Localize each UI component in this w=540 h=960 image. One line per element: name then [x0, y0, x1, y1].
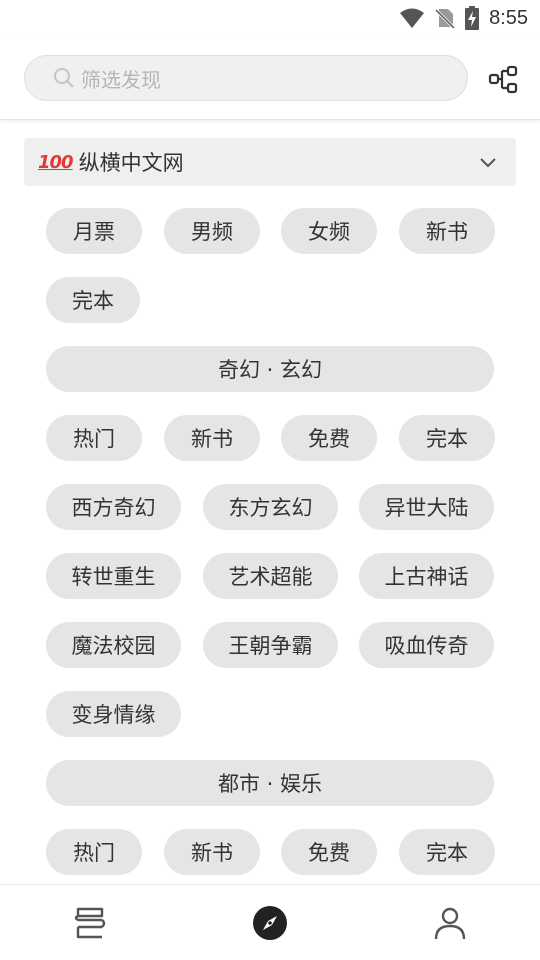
bookshelf-icon[interactable]	[70, 903, 110, 943]
status-time: 8:55	[489, 6, 528, 29]
category-switch-icon[interactable]	[488, 64, 520, 96]
bottom-nav	[0, 884, 540, 960]
discover-icon[interactable]	[250, 903, 290, 943]
wifi-icon	[400, 8, 425, 28]
chip-genre[interactable]: 西方奇幻	[46, 484, 181, 530]
no-sim-icon	[435, 8, 456, 29]
chip-male[interactable]: 男频	[164, 208, 260, 254]
chip-urban-completed[interactable]: 完本	[399, 829, 495, 875]
chip-genre[interactable]: 东方玄幻	[203, 484, 338, 530]
chip-genre[interactable]: 吸血传奇	[359, 622, 494, 668]
chip-genre[interactable]: 魔法校园	[46, 622, 181, 668]
chip-genre[interactable]: 转世重生	[46, 553, 181, 599]
chip-genre[interactable]: 王朝争霸	[203, 622, 338, 668]
chip-fantasy-free[interactable]: 免费	[281, 415, 377, 461]
chip-female[interactable]: 女频	[281, 208, 377, 254]
chip-genre[interactable]: 异世大陆	[359, 484, 494, 530]
chip-new-books[interactable]: 新书	[399, 208, 495, 254]
source-selector[interactable]: 100 纵横中文网	[24, 138, 516, 186]
search-placeholder: 筛选发现	[81, 67, 161, 92]
source-name: 纵横中文网	[78, 151, 184, 175]
section-header-urban[interactable]: 都市 · 娱乐	[46, 760, 494, 806]
search-input[interactable]: 筛选发现	[24, 55, 468, 101]
chip-urban-new[interactable]: 新书	[164, 829, 260, 875]
chip-completed[interactable]: 完本	[46, 277, 140, 323]
chip-genre[interactable]: 变身情缘	[46, 691, 181, 737]
chip-fantasy-new[interactable]: 新书	[164, 415, 260, 461]
chip-urban-free[interactable]: 免费	[281, 829, 377, 875]
chevron-down-icon	[480, 158, 496, 168]
search-icon	[54, 68, 74, 88]
chip-genre[interactable]: 上古神话	[359, 553, 494, 599]
battery-charging-icon	[465, 6, 480, 30]
hundred-points-icon: 100	[38, 151, 74, 173]
search-header: 筛选发现	[0, 36, 540, 120]
status-bar: 8:55	[0, 0, 540, 36]
section-header-fantasy[interactable]: 奇幻 · 玄幻	[46, 346, 494, 392]
chip-fantasy-completed[interactable]: 完本	[399, 415, 495, 461]
chip-urban-hot[interactable]: 热门	[46, 829, 142, 875]
chip-genre[interactable]: 艺术超能	[203, 553, 338, 599]
profile-icon[interactable]	[430, 903, 470, 943]
chip-fantasy-hot[interactable]: 热门	[46, 415, 142, 461]
chip-monthly-ticket[interactable]: 月票	[46, 208, 142, 254]
